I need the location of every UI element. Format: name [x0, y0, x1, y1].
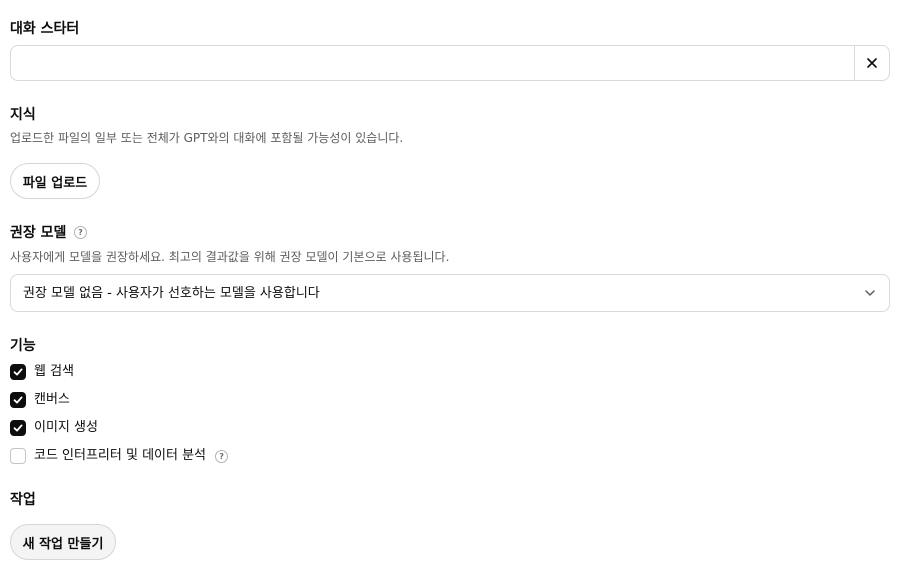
checkbox-unchecked[interactable]: [10, 448, 26, 464]
capability-web-search[interactable]: 웹 검색: [10, 362, 74, 382]
capability-label: 캔버스: [34, 392, 70, 407]
knowledge-description: 업로드한 파일의 일부 또는 전체가 GPT와의 대화에 포함될 가능성이 있습…: [10, 131, 404, 145]
conversation-starters-title: 대화 스타터: [10, 21, 80, 37]
recommended-model-title: 권장 모델: [10, 225, 67, 241]
question-mark-icon[interactable]: ?: [74, 226, 87, 239]
upload-files-button[interactable]: 파일 업로드: [10, 163, 100, 199]
question-mark-icon[interactable]: ?: [215, 449, 229, 463]
capability-code-interpreter[interactable]: 코드 인터프리터 및 데이터 분석 ?: [10, 446, 229, 466]
actions-title: 작업: [10, 492, 36, 508]
checkbox-checked[interactable]: [10, 420, 26, 436]
capability-canvas[interactable]: 캔버스: [10, 390, 70, 410]
chevron-down-icon: [865, 290, 875, 296]
check-icon: [13, 368, 23, 376]
capability-label: 웹 검색: [34, 364, 75, 379]
capability-label: 코드 인터프리터 및 데이터 분석: [34, 448, 207, 463]
close-icon: [867, 58, 877, 68]
recommended-model-select[interactable]: 권장 모델 없음 - 사용자가 선호하는 모델을 사용합니다: [10, 274, 890, 312]
capabilities-title: 기능: [10, 338, 36, 354]
knowledge-title: 지식: [10, 107, 36, 123]
checkbox-checked[interactable]: [10, 364, 26, 380]
recommended-model-selected-value: 권장 모델 없음 - 사용자가 선호하는 모델을 사용합니다: [23, 286, 320, 301]
clear-starter-button[interactable]: [854, 45, 890, 81]
gpt-configure-panel: 대화 스타터 지식 업로드한 파일의 일부 또는 전체가 GPT와의 대화에 포…: [0, 0, 905, 574]
capability-image-generation[interactable]: 이미지 생성: [10, 418, 98, 438]
conversation-starter-input[interactable]: [10, 45, 854, 81]
check-icon: [13, 424, 23, 432]
checkbox-checked[interactable]: [10, 392, 26, 408]
recommended-model-description: 사용자에게 모델을 권장하세요. 최고의 결과값을 위해 권장 모델이 기본으로…: [10, 250, 450, 264]
create-new-action-button[interactable]: 새 작업 만들기: [10, 524, 116, 560]
capability-label: 이미지 생성: [34, 420, 98, 435]
check-icon: [13, 396, 23, 404]
